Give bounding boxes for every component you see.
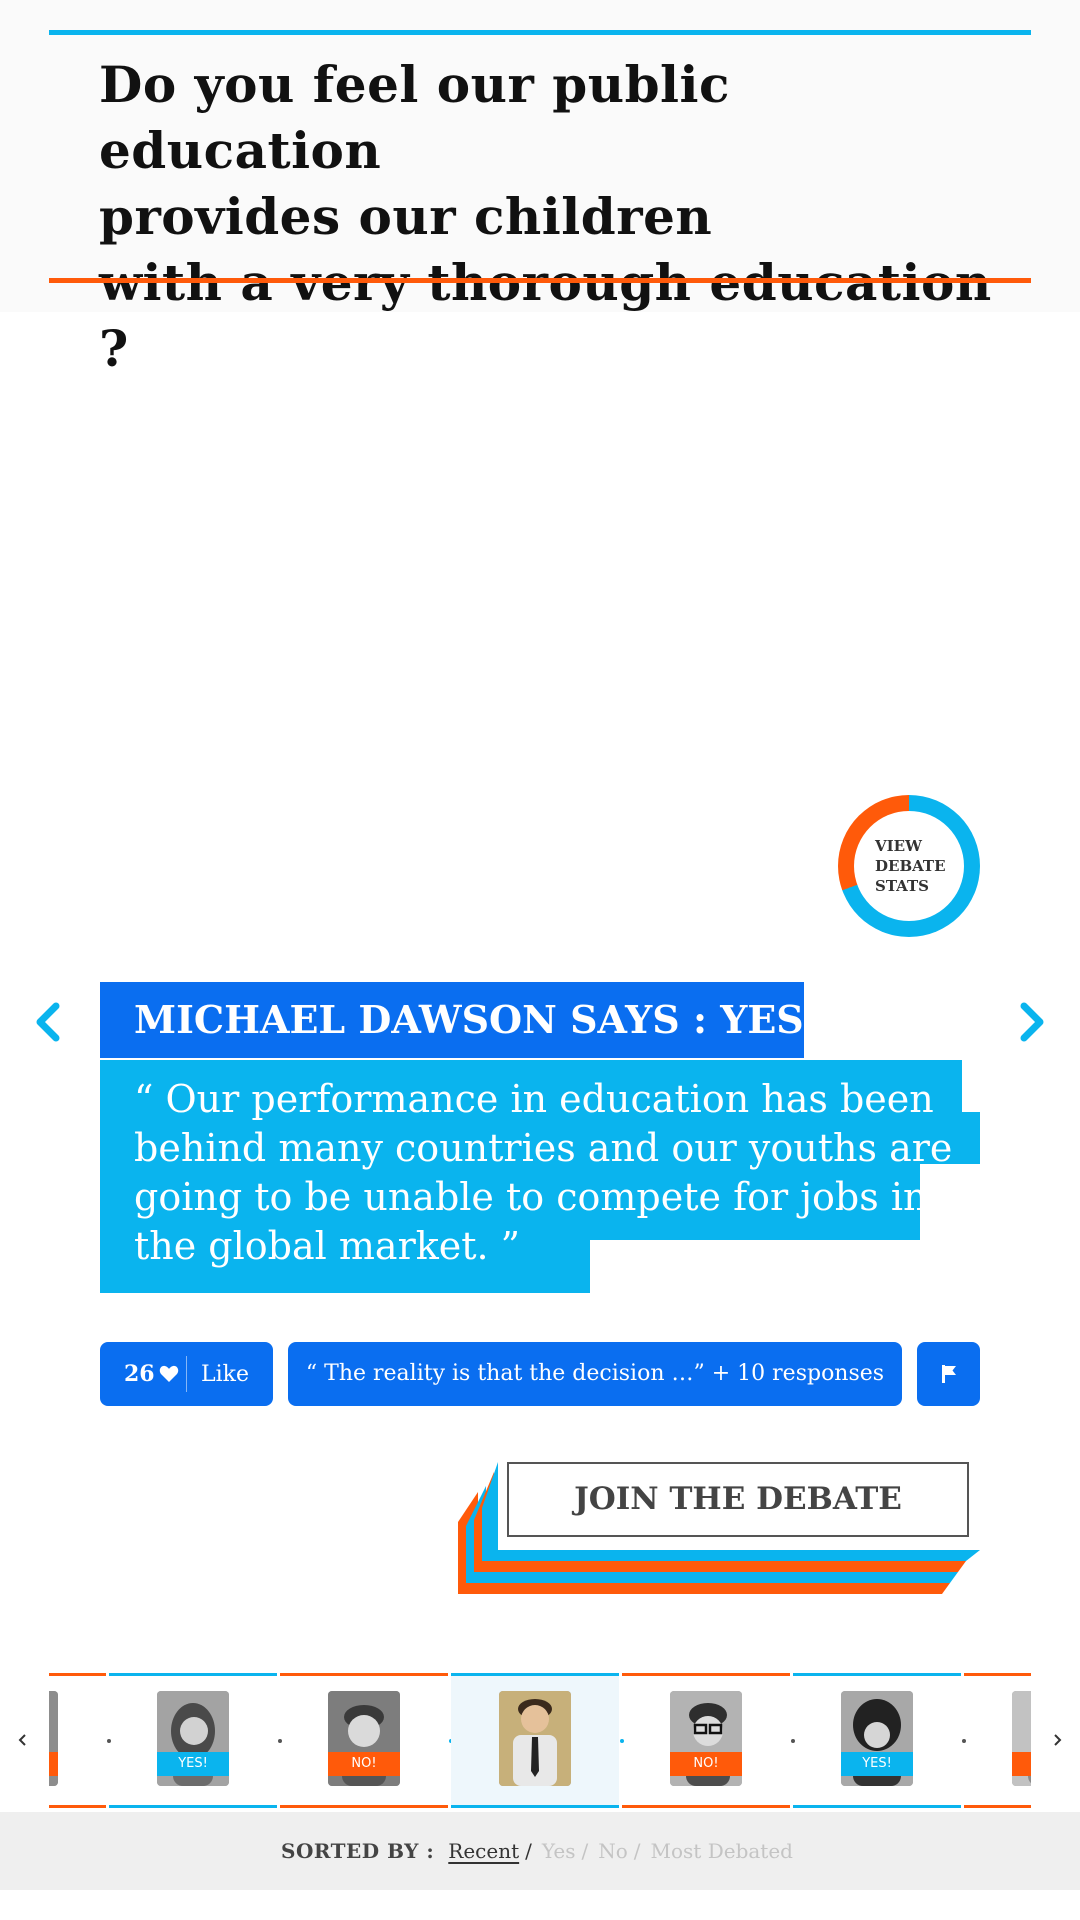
sort-option-most-debated[interactable]: Most Debated <box>651 1839 793 1863</box>
like-count-value: 26 <box>124 1361 155 1387</box>
sort-option-yes[interactable]: Yes <box>542 1839 576 1863</box>
stance-badge: YES! <box>841 1752 913 1776</box>
like-count: 26 <box>100 1361 186 1387</box>
header-top-rule <box>49 30 1031 35</box>
avatar <box>49 1691 58 1786</box>
stats-label-line-2: DEBATE <box>875 857 946 875</box>
carousel-item-top-bar <box>622 1673 790 1676</box>
carousel-item[interactable]: NO! <box>280 1673 448 1808</box>
view-responses-button[interactable]: “ The reality is that the decision …” + … <box>288 1342 902 1406</box>
carousel-item[interactable] <box>49 1673 106 1808</box>
question-header: Do you feel our public education provide… <box>0 0 1080 378</box>
avatar: YES! <box>157 1691 229 1786</box>
carousel-item-top-bar <box>109 1673 277 1676</box>
carousel-item-top-bar <box>280 1673 448 1676</box>
previous-argument-chevron-left-icon[interactable] <box>30 1000 70 1044</box>
carousel-item[interactable]: NO! <box>622 1673 790 1808</box>
sort-bar: SORTED BY : Recent / Yes / No / Most Deb… <box>0 1812 1080 1890</box>
flag-button[interactable] <box>917 1342 980 1406</box>
join-the-debate-button[interactable]: JOIN THE DEBATE <box>507 1462 969 1537</box>
argument-carousel: YES! NO! NO! YES! <box>49 1673 1031 1808</box>
sort-separator: / <box>525 1839 532 1863</box>
avatar <box>1012 1691 1031 1786</box>
carousel-item-bottom-bar <box>793 1805 961 1808</box>
stance-badge <box>49 1752 58 1776</box>
heart-icon <box>159 1365 178 1382</box>
carousel-item-top-bar <box>49 1673 106 1676</box>
question-title: Do you feel our public education provide… <box>99 52 1029 382</box>
carousel-item-bottom-bar <box>964 1805 1031 1808</box>
question-line-1: Do you feel our public education <box>99 55 730 180</box>
carousel-item-bottom-bar <box>622 1805 790 1808</box>
carousel-next-chevron-right-icon[interactable] <box>1048 1728 1068 1752</box>
stats-label-line-3: STATS <box>875 877 929 895</box>
carousel-item[interactable] <box>964 1673 1031 1808</box>
sort-option-no[interactable]: No <box>598 1839 628 1863</box>
stats-label-line-1: VIEW <box>875 837 922 855</box>
avatar: NO! <box>670 1691 742 1786</box>
sort-separator: / <box>581 1839 589 1863</box>
header-bottom-rule <box>49 278 1031 283</box>
speaker-stance-heading: MICHAEL DAWSON SAYS : YES! <box>100 982 820 1058</box>
carousel-item-bottom-bar <box>451 1805 619 1808</box>
carousel-prev-chevron-left-icon[interactable] <box>12 1728 32 1752</box>
avatar: YES! <box>841 1691 913 1786</box>
sort-option-recent[interactable]: Recent <box>448 1839 519 1863</box>
stats-ring-label: VIEW DEBATE STATS <box>854 811 964 921</box>
carousel-item-bottom-bar <box>280 1805 448 1808</box>
avatar: NO! <box>328 1691 400 1786</box>
like-button[interactable]: 26 Like <box>100 1342 273 1406</box>
stance-badge <box>1012 1752 1031 1776</box>
question-line-3: with a very thorough education ? <box>99 253 992 378</box>
sort-label: SORTED BY : <box>281 1839 435 1863</box>
carousel-item-top-bar <box>793 1673 961 1676</box>
sort-separator: / <box>633 1839 641 1863</box>
carousel-item-bottom-bar <box>49 1805 106 1808</box>
avatar <box>499 1691 571 1786</box>
carousel-item[interactable]: YES! <box>109 1673 277 1808</box>
argument-quote: “ Our performance in education has been … <box>134 1077 953 1268</box>
next-argument-chevron-right-icon[interactable] <box>1010 1000 1050 1044</box>
stance-badge: NO! <box>670 1752 742 1776</box>
view-debate-stats-button[interactable]: VIEW DEBATE STATS <box>838 795 980 937</box>
carousel-item[interactable]: YES! <box>793 1673 961 1808</box>
flag-icon <box>941 1365 956 1383</box>
carousel-item-top-bar <box>451 1673 619 1676</box>
stance-badge: NO! <box>328 1752 400 1776</box>
stance-badge: YES! <box>157 1752 229 1776</box>
question-line-2: provides our children <box>99 187 713 246</box>
like-label: Like <box>201 1361 249 1387</box>
carousel-item-top-bar <box>964 1673 1031 1676</box>
carousel-item-selected[interactable] <box>451 1673 619 1808</box>
carousel-item-bottom-bar <box>109 1805 277 1808</box>
